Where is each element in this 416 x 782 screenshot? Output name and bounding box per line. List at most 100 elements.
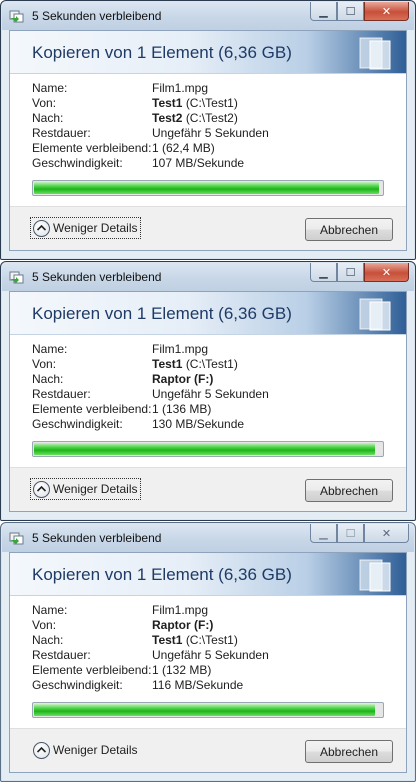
to-folder[interactable]: Test1 (152, 633, 182, 647)
items-remaining-value: 1 (62,4 MB) (152, 141, 215, 155)
maximize-icon: ☐ (345, 5, 356, 18)
speed-label: Geschwindigkeit: (32, 417, 123, 431)
from-value: Raptor (F:) (152, 618, 213, 633)
title-bar[interactable]: 5 Sekunden verbleibend ▁ ☐ ✕ (2, 263, 414, 291)
maximize-button[interactable]: ☐ (337, 263, 364, 282)
close-button[interactable]: ✕ (364, 524, 409, 543)
items-remaining-label: Elemente verbleibend: (32, 663, 152, 677)
title-bar[interactable]: 5 Sekunden verbleibend ▁ ☐ ✕ (2, 2, 414, 30)
chevron-up-icon[interactable] (33, 219, 50, 237)
maximize-button[interactable]: ☐ (337, 2, 364, 21)
copy-files-icon (9, 532, 24, 545)
minimize-icon: ▁ (319, 5, 328, 18)
cancel-button[interactable]: Abbrechen (305, 218, 393, 241)
from-folder[interactable]: Test1 (152, 96, 182, 110)
caption-buttons: ▁ ☐ ✕ (310, 524, 409, 543)
minimize-icon: ▁ (319, 527, 328, 540)
to-row: Nach: Test1 (C:\Test1) (32, 633, 396, 648)
progress-bar (32, 441, 384, 457)
items-remaining-value: 1 (136 MB) (152, 402, 212, 416)
speed-row: Geschwindigkeit: 116 MB/Sekunde (32, 678, 396, 693)
speed-row: Geschwindigkeit: 130 MB/Sekunde (32, 417, 396, 432)
header-banner: Kopieren von 1 Element (6,36 GB) (10, 553, 406, 596)
remaining-time-label: Restdauer: (32, 387, 91, 401)
remaining-time-value: Ungefähr 5 Sekunden (152, 126, 269, 140)
copy-dialog-3: 5 Sekunden verbleibend ▁ ☐ ✕ Kopieren vo… (0, 522, 416, 782)
remaining-time-label: Restdauer: (32, 648, 91, 662)
name-value: Film1.mpg (152, 603, 209, 617)
speed-value: 107 MB/Sekunde (152, 156, 245, 170)
cancel-button[interactable]: Abbrechen (305, 740, 393, 763)
from-label: Von: (32, 96, 57, 110)
fewer-details-button[interactable]: Weniger Details (30, 217, 142, 239)
close-button[interactable]: ✕ (364, 263, 409, 282)
name-label: Name: (32, 603, 68, 617)
fewer-details-label: Weniger Details (53, 743, 138, 757)
to-label: Nach: (32, 633, 64, 647)
progress-bar (32, 702, 384, 718)
to-folder[interactable]: Test2 (152, 111, 182, 125)
remaining-time-row: Restdauer: Ungefähr 5 Sekunden (32, 387, 396, 402)
minimize-button[interactable]: ▁ (310, 2, 337, 21)
maximize-icon: ☐ (345, 527, 356, 540)
remaining-time-row: Restdauer: Ungefähr 5 Sekunden (32, 648, 396, 663)
copy-dialog-1: 5 Sekunden verbleibend ▁ ☐ ✕ Kopieren vo… (0, 0, 416, 260)
document-transfer-icon (359, 298, 391, 331)
to-row: Nach: Raptor (F:) (32, 372, 396, 387)
document-transfer-icon (359, 37, 391, 70)
name-row: Name: Film1.mpg (32, 81, 396, 96)
fewer-details-button[interactable]: Weniger Details (30, 478, 142, 500)
name-row: Name: Film1.mpg (32, 342, 396, 357)
items-remaining-label: Elemente verbleibend: (32, 141, 152, 155)
title-bar[interactable]: 5 Sekunden verbleibend ▁ ☐ ✕ (2, 524, 414, 552)
name-label: Name: (32, 342, 68, 356)
minimize-icon: ▁ (319, 266, 328, 279)
details-panel: Name: Film1.mpg Von: Raptor (F:) Nach: T… (32, 603, 396, 693)
chevron-up-icon[interactable] (33, 741, 50, 759)
from-folder[interactable]: Test1 (152, 357, 182, 371)
name-row: Name: Film1.mpg (32, 603, 396, 618)
dialog-footer: Weniger Details Abbrechen (10, 467, 406, 511)
items-remaining-label: Elemente verbleibend: (32, 402, 152, 416)
dialog-footer: Weniger Details Abbrechen (10, 206, 406, 250)
operation-heading: Kopieren von 1 Element (6,36 GB) (32, 304, 292, 323)
document-transfer-icon (359, 559, 391, 592)
close-icon: ✕ (381, 527, 392, 540)
fewer-details-button[interactable]: Weniger Details (30, 739, 141, 761)
to-value: Raptor (F:) (152, 372, 213, 387)
items-remaining-row: Elemente verbleibend: 1 (136 MB) (32, 402, 396, 417)
to-label: Nach: (32, 111, 64, 125)
from-row: Von: Test1 (C:\Test1) (32, 96, 396, 111)
from-folder[interactable]: Raptor (F:) (152, 618, 213, 632)
from-row: Von: Test1 (C:\Test1) (32, 357, 396, 372)
from-value: Test1 (C:\Test1) (152, 96, 238, 111)
name-value: Film1.mpg (152, 81, 209, 95)
from-label: Von: (32, 618, 57, 632)
progress-fill (34, 443, 376, 455)
close-icon: ✕ (381, 266, 392, 279)
from-row: Von: Raptor (F:) (32, 618, 396, 633)
remaining-time-label: Restdauer: (32, 126, 91, 140)
remaining-time-row: Restdauer: Ungefähr 5 Sekunden (32, 126, 396, 141)
to-folder[interactable]: Raptor (F:) (152, 372, 213, 386)
copy-dialog-2: 5 Sekunden verbleibend ▁ ☐ ✕ Kopieren vo… (0, 261, 416, 521)
chevron-up-icon[interactable] (33, 480, 50, 498)
copy-files-icon (9, 271, 24, 284)
minimize-button[interactable]: ▁ (310, 524, 337, 543)
from-label: Von: (32, 357, 57, 371)
dialog-content: Kopieren von 1 Element (6,36 GB) Name: F… (9, 291, 407, 512)
window-title: 5 Sekunden verbleibend (32, 270, 162, 284)
window-title: 5 Sekunden verbleibend (32, 9, 162, 23)
caption-buttons: ▁ ☐ ✕ (310, 263, 409, 282)
maximize-button[interactable]: ☐ (337, 524, 364, 543)
cancel-button[interactable]: Abbrechen (305, 479, 393, 502)
name-value: Film1.mpg (152, 342, 209, 356)
to-value: Test2 (C:\Test2) (152, 111, 238, 126)
speed-label: Geschwindigkeit: (32, 678, 123, 692)
fewer-details-label: Weniger Details (53, 221, 138, 235)
dialog-content: Kopieren von 1 Element (6,36 GB) Name: F… (9, 30, 407, 251)
minimize-button[interactable]: ▁ (310, 263, 337, 282)
operation-heading: Kopieren von 1 Element (6,36 GB) (32, 565, 292, 584)
dialog-content: Kopieren von 1 Element (6,36 GB) Name: F… (9, 552, 407, 773)
close-button[interactable]: ✕ (364, 2, 409, 21)
